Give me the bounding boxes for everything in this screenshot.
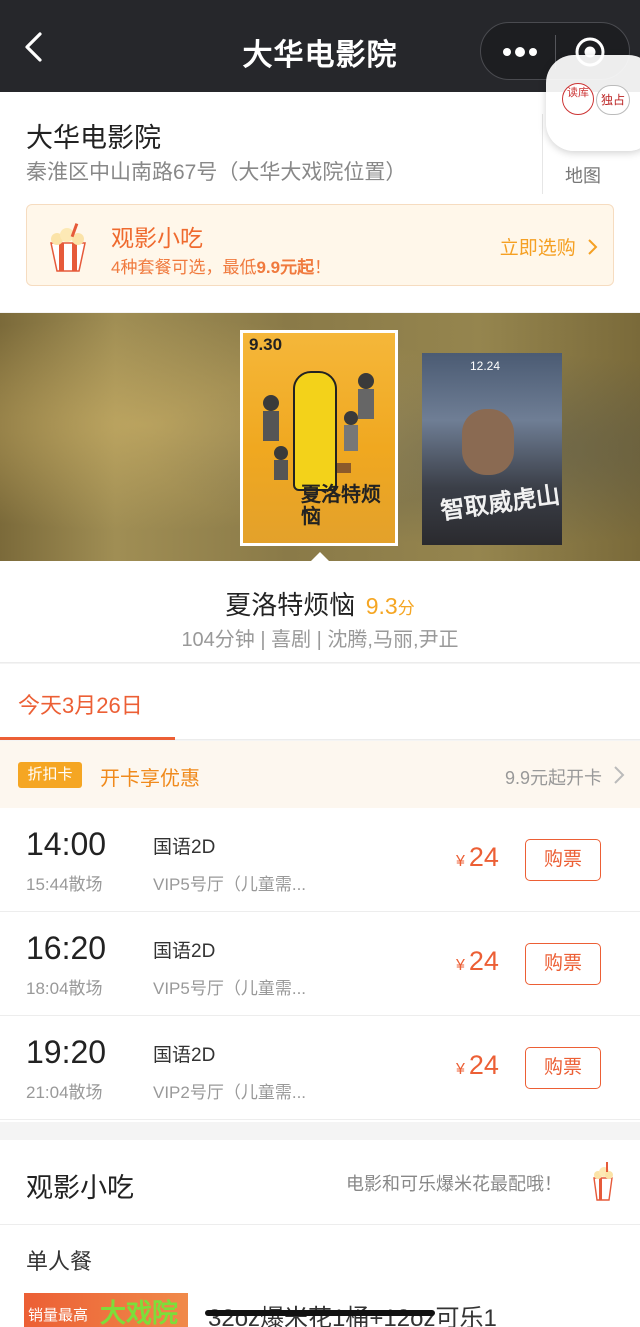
redaction-mark (205, 1310, 435, 1316)
poster-title: 智取威虎山 (438, 479, 562, 526)
snack-banner-subtitle: 4种套餐可选，最低9.9元起！ (111, 258, 332, 277)
movie-score: 9.3 (365, 593, 398, 619)
show-start-time: 16:20 (26, 930, 107, 966)
show-language: 国语2D (153, 1045, 216, 1066)
cinema-address[interactable]: 秦淮区中山南路67号（大华大戏院位置） (26, 156, 406, 186)
navbar: 大华电影院 (0, 0, 640, 92)
show-language: 国语2D (153, 941, 216, 962)
showtime-row[interactable]: 19:20 21:04散场 国语2D VIP2号厅（儿童需... ¥24 购票 (0, 1016, 640, 1120)
showtime-row[interactable]: 14:00 15:44散场 国语2D VIP5号厅（儿童需... ¥24 购票 (0, 808, 640, 912)
show-end-time: 15:44散场 (26, 875, 103, 894)
popcorn-icon (50, 223, 86, 272)
selected-pointer (310, 552, 330, 562)
show-start-time: 14:00 (26, 826, 107, 862)
poster-date: 12.24 (470, 359, 501, 373)
cinema-name: 大华电影院 (26, 123, 161, 153)
poster-item[interactable]: 12.24 智取威虎山 (422, 353, 562, 545)
divider (542, 114, 543, 194)
dushu-logo: 读库 (562, 83, 594, 115)
buy-ticket-button[interactable]: 购票 (525, 1047, 601, 1089)
chevron-right-icon (588, 239, 598, 255)
tab-underline (0, 737, 175, 740)
buy-ticket-button[interactable]: 购票 (525, 943, 601, 985)
show-language: 国语2D (153, 837, 216, 858)
movie-title-row: 夏洛特烦恼 9.3分 (0, 585, 640, 622)
combo-watermark: 大戏院 (100, 1298, 179, 1327)
bestseller-badge: 销量最高 (28, 1307, 89, 1324)
snack-banner[interactable]: 观影小吃 4种套餐可选，最低9.9元起！ 立即选购 (26, 204, 614, 286)
chevron-right-icon (614, 766, 625, 784)
show-end-time: 18:04散场 (26, 979, 103, 998)
more-dots-icon[interactable] (499, 35, 541, 69)
show-hall: VIP5号厅（儿童需... (153, 875, 307, 894)
poster-date: 9.30 (249, 335, 283, 354)
cinema-header: 大华电影院 秦淮区中山南路67号（大华大戏院位置） 地图 观影小吃 4种套餐可选… (0, 92, 640, 312)
movie-meta: 104分钟 | 喜剧 | 沈腾,马丽,尹正 (181, 629, 459, 651)
snack-section-title: 观影小吃 (26, 1173, 134, 1203)
map-link[interactable]: 地图 (565, 162, 601, 188)
show-price: ¥24 (456, 842, 499, 872)
show-end-time: 21:04散场 (26, 1083, 103, 1102)
floating-overlay[interactable]: 读库 独占 (546, 55, 640, 151)
poster-carousel[interactable]: 9.30 夏洛特烦恼 12.24 智取威虎山 (0, 313, 640, 561)
poster-title: 夏洛特烦恼 (301, 482, 381, 528)
date-tabs: 今天3月26日 (0, 664, 640, 740)
poster-lead-figure (293, 371, 337, 491)
showtime-row[interactable]: 16:20 18:04散场 国语2D VIP5号厅（儿童需... ¥24 购票 (0, 912, 640, 1016)
showtime-list: 14:00 15:44散场 国语2D VIP5号厅（儿童需... ¥24 购票 … (0, 808, 640, 1122)
discount-card-row[interactable]: 折扣卡 开卡享优惠 9.9元起开卡 (0, 741, 640, 808)
duzhan-logo: 独占 (596, 85, 630, 115)
single-meal-label: 单人餐 (26, 1249, 93, 1274)
show-hall: VIP5号厅（儿童需... (153, 979, 307, 998)
discount-badge: 折扣卡 (18, 762, 82, 788)
divider (0, 1224, 640, 1225)
poster-lead-figure (462, 409, 514, 475)
snack-banner-title: 观影小吃 (111, 225, 203, 251)
snack-section-tagline: 电影和可乐爆米花最配哦！ (346, 1174, 562, 1194)
movie-title: 夏洛特烦恼 (225, 590, 356, 620)
show-price: ¥24 (456, 1050, 499, 1080)
movie-info: 夏洛特烦恼 9.3分 104分钟 | 喜剧 | 沈腾,马丽,尹正 (0, 552, 640, 663)
movie-score-unit: 分 (397, 599, 415, 618)
popcorn-icon (593, 1162, 613, 1201)
discount-text: 开卡享优惠 (100, 768, 200, 790)
snack-section: 观影小吃 电影和可乐爆米花最配哦！ 单人餐 销量最高 大戏院 32oz爆米花1桶… (0, 1140, 640, 1327)
show-price: ¥24 (456, 946, 499, 976)
discount-price: 9.9元起开卡 (504, 768, 602, 788)
show-start-time: 19:20 (26, 1034, 107, 1070)
buy-snack-link[interactable]: 立即选购 (500, 233, 599, 260)
buy-ticket-button[interactable]: 购票 (525, 839, 601, 881)
tab-today[interactable]: 今天3月26日 (18, 688, 143, 720)
show-hall: VIP2号厅（儿童需... (153, 1083, 307, 1102)
poster-selected[interactable]: 9.30 夏洛特烦恼 (240, 330, 398, 546)
